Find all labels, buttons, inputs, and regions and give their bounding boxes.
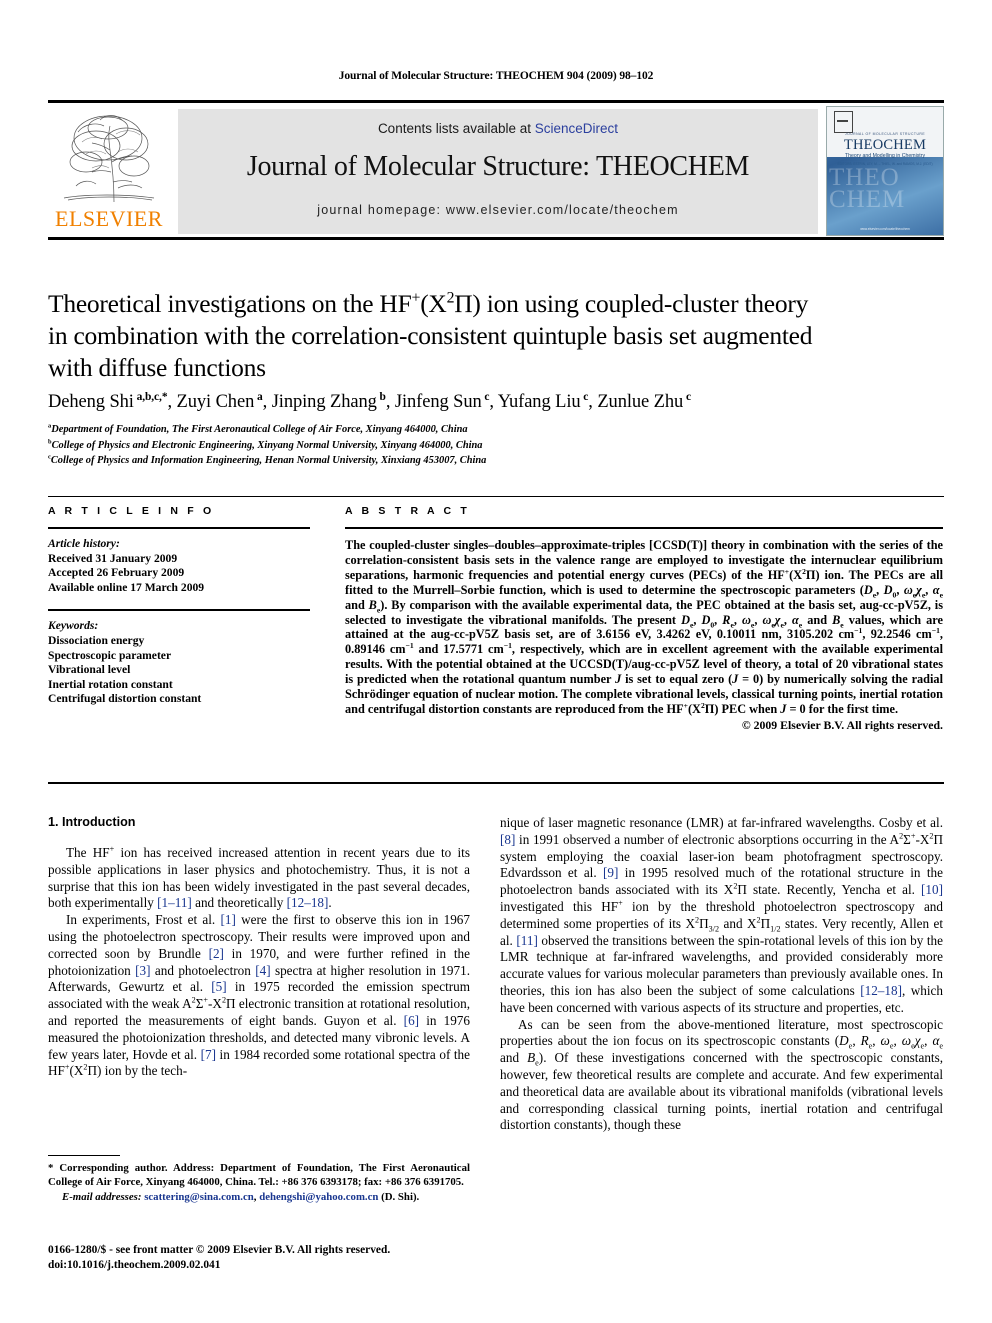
abstract-rule	[345, 527, 943, 529]
sciencedirect-link[interactable]: ScienceDirect	[535, 121, 618, 136]
footnote-block: * Corresponding author. Address: Departm…	[48, 1155, 470, 1205]
article-info-rule-1	[48, 527, 310, 529]
affiliation-item: cCollege of Physics and Information Engi…	[48, 453, 487, 466]
journal-title: Journal of Molecular Structure: THEOCHEM	[246, 151, 750, 182]
corresponding-author-note: * Corresponding author. Address: Departm…	[48, 1162, 470, 1188]
abstract-bottom-rule	[48, 782, 944, 784]
cover-tiny-title: JOURNAL OF MOLECULAR STRUCTURE	[844, 132, 926, 136]
affiliation-text: College of Physics and Electronic Engine…	[51, 439, 483, 451]
keyword-item: Vibrational level	[48, 663, 131, 677]
email-label: E-mail addresses:	[62, 1191, 142, 1204]
title-line-1: Theoretical investigations on the HF+(X2…	[48, 289, 809, 318]
body-column-right: nique of laser magnetic resonance (LMR) …	[500, 815, 943, 1134]
paragraph-intro-1: The HF+ ion has received increased atten…	[48, 844, 470, 911]
history-item: Received 31 January 2009	[48, 551, 178, 565]
email-addresses-note: E-mail addresses: scattering@sina.com.cn…	[62, 1191, 420, 1204]
paragraph-intro-2: In experiments, Frost et al. [1] were th…	[48, 912, 471, 1079]
info-top-rule	[48, 496, 944, 497]
keyword-item: Inertial rotation constant	[48, 677, 173, 691]
cover-ghost-text: THEO CHEM	[829, 164, 906, 213]
elsevier-tree-icon	[56, 110, 162, 206]
page-title: Theoretical investigations on the HF+(X2…	[48, 288, 938, 384]
doi-line: doi:10.1016/j.theochem.2009.02.041	[48, 1258, 221, 1271]
affiliation-text: College of Physics and Information Engin…	[50, 455, 487, 466]
journal-homepage-link[interactable]: journal homepage: www.elsevier.com/locat…	[178, 203, 818, 217]
elsevier-wordmark: ELSEVIER	[55, 206, 163, 231]
affiliation-item: bCollege of Physics and Electronic Engin…	[48, 438, 483, 451]
affiliation-list: aDepartment of Foundation, The First Aer…	[48, 422, 938, 469]
keyword-item: Dissociation energy	[48, 633, 145, 647]
abstract-block: A B S T R A C T The coupled-cluster sing…	[345, 505, 943, 733]
article-info-rule-2	[48, 609, 310, 612]
keywords-block: Keywords: Dissociation energy Spectrosco…	[48, 619, 310, 707]
article-page: Journal of Molecular Structure: THEOCHEM…	[0, 0, 992, 1323]
cover-brand: THEOCHEM	[843, 137, 927, 153]
journal-masthead: ELSEVIER Contents lists available at Sci…	[48, 100, 944, 240]
article-history: Article history: Received 31 January 200…	[48, 537, 310, 595]
affiliation-item: aDepartment of Foundation, The First Aer…	[48, 422, 468, 435]
masthead-top-rule	[48, 100, 944, 103]
masthead-band: Contents lists available at ScienceDirec…	[178, 109, 818, 234]
keyword-item: Spectroscopic parameter	[48, 648, 172, 662]
contents-available-line: Contents lists available at ScienceDirec…	[178, 121, 818, 136]
journal-cover-thumbnail: JOURNAL OF MOLECULAR STRUCTURE THEOCHEM …	[826, 106, 944, 236]
article-info-block: A R T I C L E I N F O Article history: R…	[48, 505, 310, 707]
history-item: Available online 17 March 2009	[48, 580, 205, 594]
email-link-1[interactable]: scattering@sina.com.cn	[144, 1191, 254, 1203]
title-line-3: with diffuse functions	[48, 353, 266, 382]
email-suffix: (D. Shi).	[381, 1191, 420, 1204]
elsevier-logo: ELSEVIER	[50, 108, 168, 234]
email-link-2[interactable]: dehengshi@yahoo.com.cn	[259, 1191, 378, 1203]
imprint-block: 0166-1280/$ - see front matter © 2009 El…	[48, 1243, 608, 1272]
article-info-heading: A R T I C L E I N F O	[48, 505, 215, 517]
abstract-copyright: © 2009 Elsevier B.V. All rights reserved…	[741, 717, 943, 732]
paragraph-intro-2-cont: nique of laser magnetic resonance (LMR) …	[500, 815, 944, 1015]
cover-publisher-mark-icon	[834, 111, 853, 133]
body-column-left: 1. Introduction The HF+ ion has received…	[48, 815, 470, 1080]
keywords-label: Keywords:	[48, 619, 99, 633]
paragraph-intro-3: As can be seen from the above-mentioned …	[500, 1016, 944, 1133]
title-line-2: in combination with the correlation-cons…	[48, 321, 813, 350]
cover-footer-url: www.elsevier.com/locate/theochem	[860, 227, 910, 231]
section-heading-introduction: 1. Introduction	[48, 815, 136, 829]
keyword-item: Centrifugal distortion constant	[48, 692, 202, 706]
footnote-rule	[48, 1155, 120, 1156]
running-head: Journal of Molecular Structure: THEOCHEM…	[338, 70, 654, 82]
history-item: Accepted 26 February 2009	[48, 566, 185, 580]
contents-prefix: Contents lists available at	[377, 121, 535, 136]
issn-line: 0166-1280/$ - see front matter © 2009 El…	[48, 1244, 391, 1256]
author-list: Deheng Shi a,b,c,*, Zuyi Chen a, Jinping…	[48, 390, 691, 412]
masthead-bottom-rule	[48, 237, 944, 240]
cover-subtitle: Theory and Modelling in Chemistry	[844, 153, 926, 159]
affiliation-text: Department of Foundation, The First Aero…	[51, 424, 468, 435]
article-history-label: Article history:	[48, 537, 120, 550]
abstract-text: The coupled-cluster singles–doubles–appr…	[345, 538, 943, 716]
abstract-heading: A B S T R A C T	[345, 505, 470, 517]
